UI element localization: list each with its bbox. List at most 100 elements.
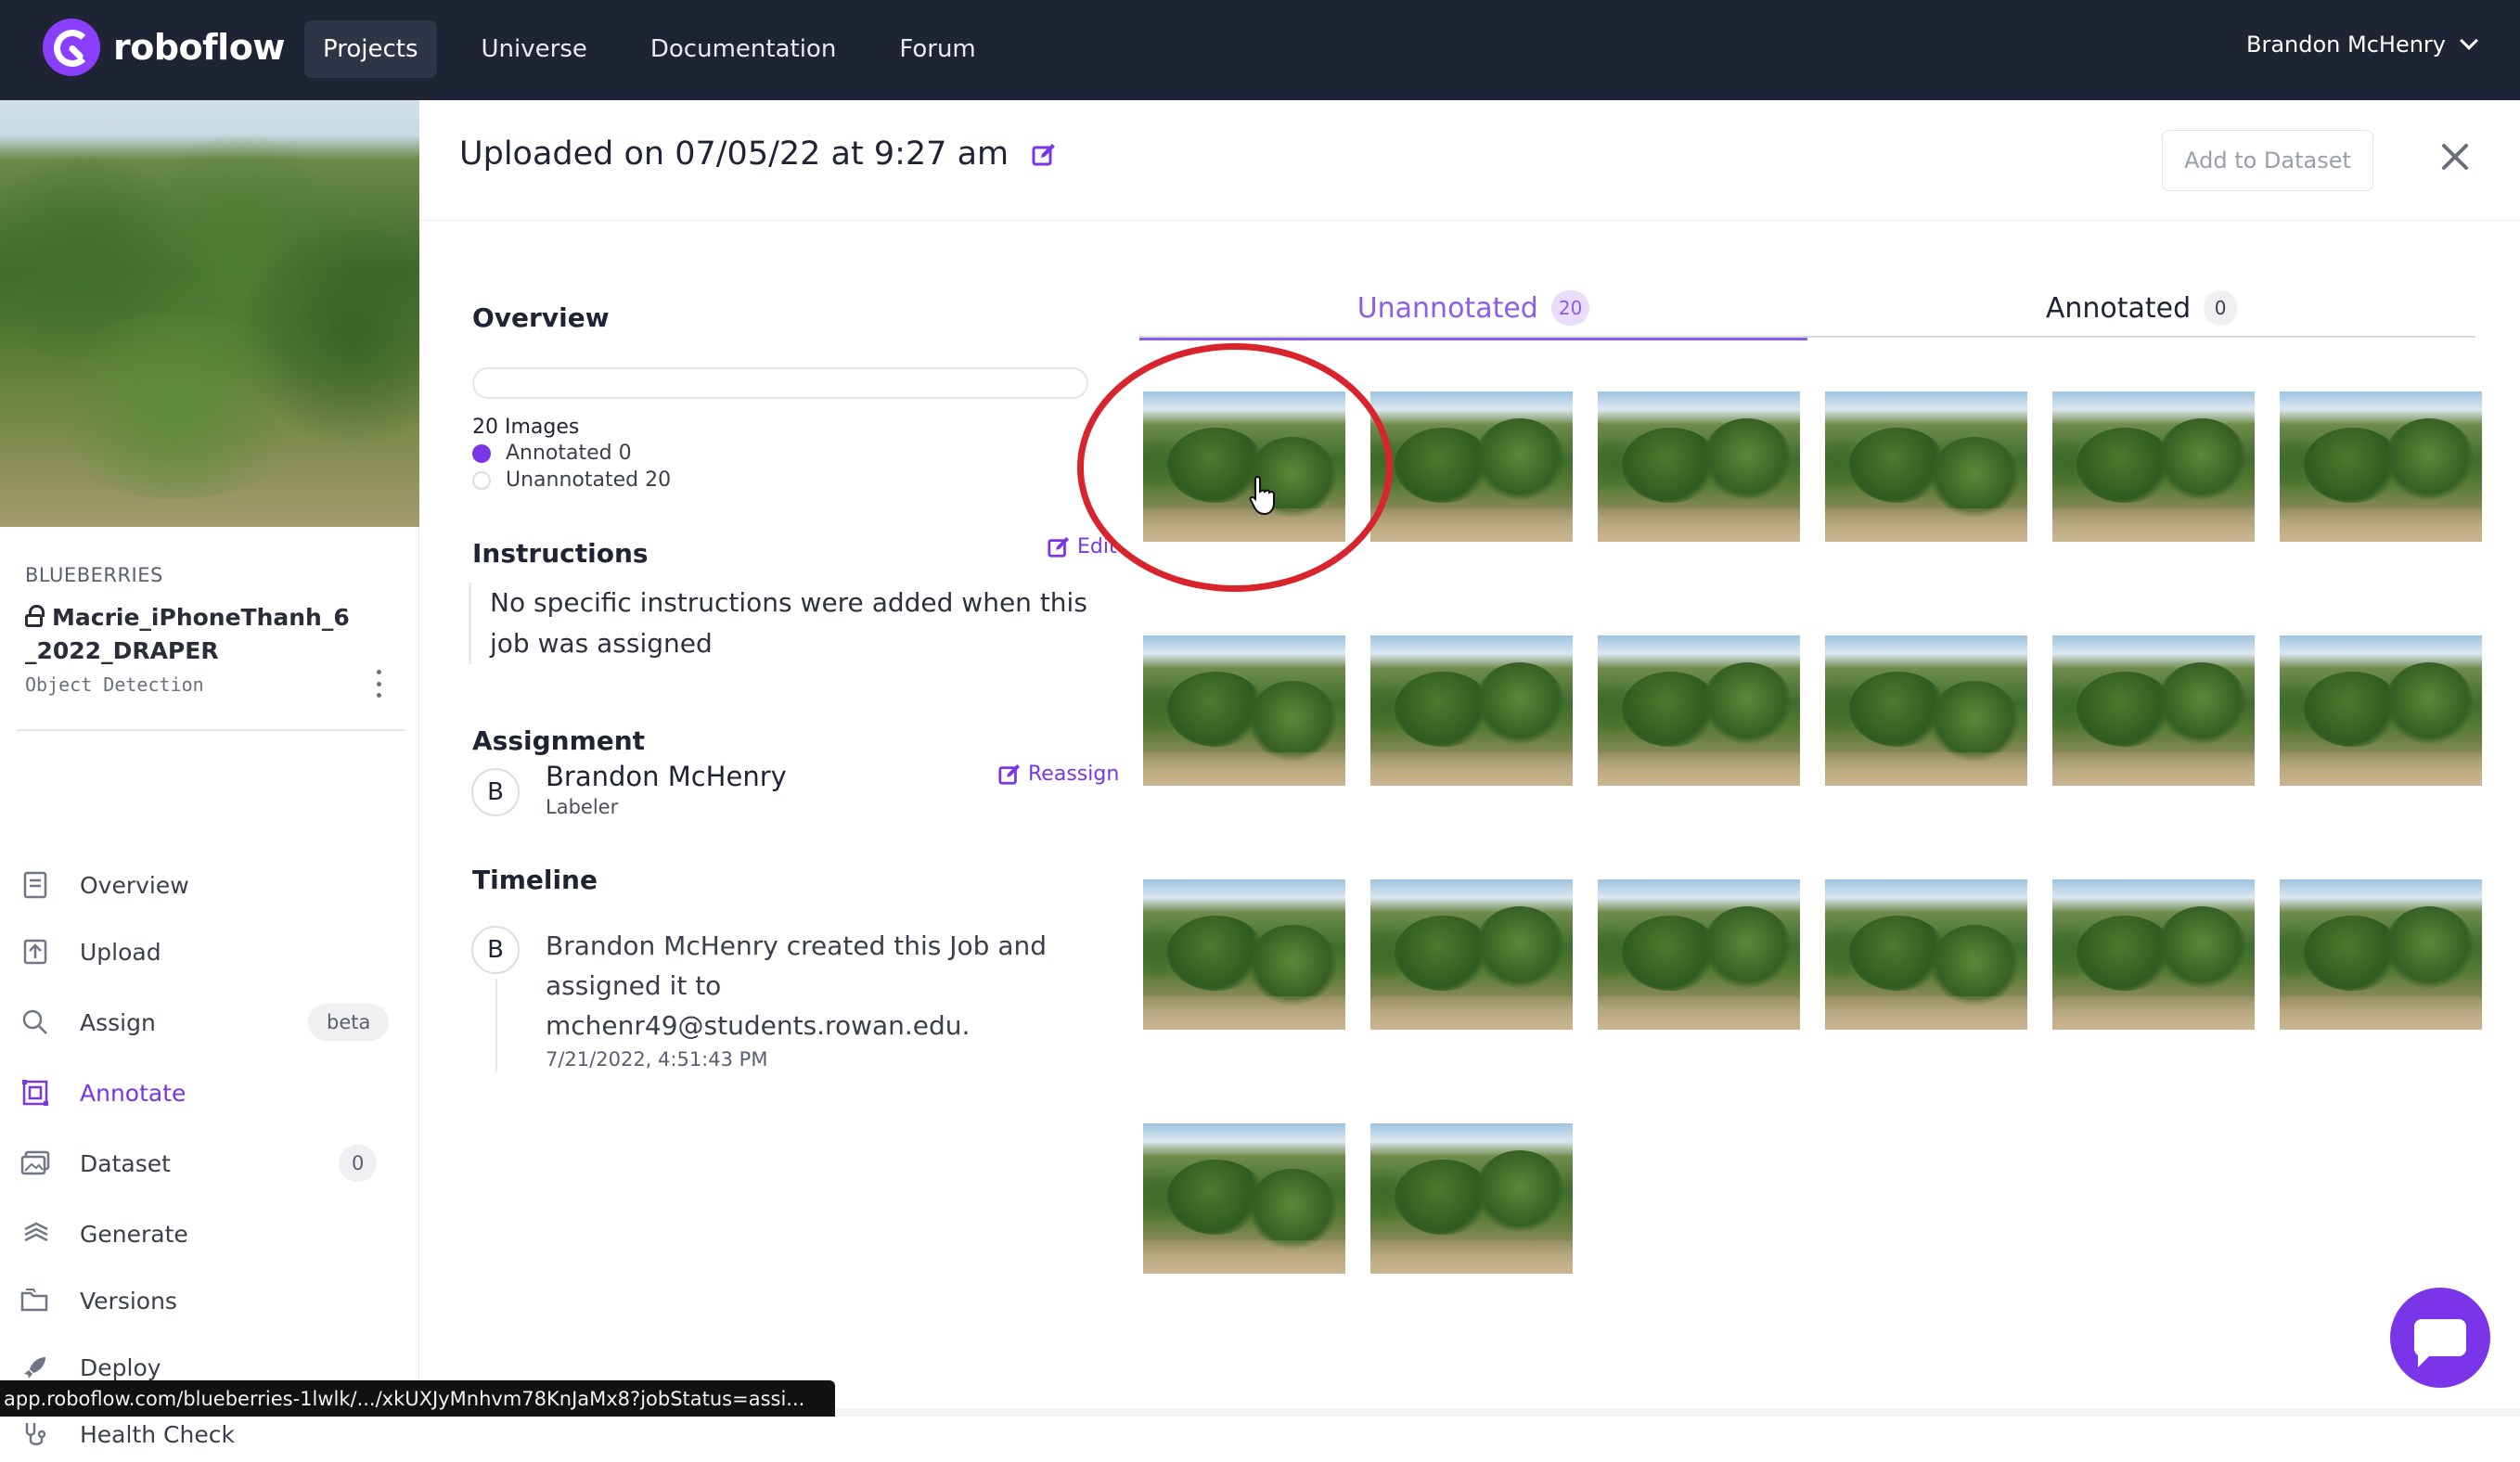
sidebar-item-label: Deploy bbox=[80, 1353, 161, 1381]
image-thumbnail[interactable] bbox=[1370, 635, 1573, 786]
image-thumbnail[interactable] bbox=[2280, 391, 2482, 542]
hand-cursor-icon bbox=[1249, 475, 1275, 516]
tab-count-badge: 20 bbox=[1550, 290, 1590, 326]
instructions-title: Instructions bbox=[472, 538, 649, 569]
page-title: Uploaded on 07/05/22 at 9:27 am bbox=[459, 135, 1056, 173]
sidebar-item-label: Versions bbox=[80, 1287, 177, 1315]
nav-documentation[interactable]: Documentation bbox=[632, 20, 855, 78]
annotated-count: Annotated 0 bbox=[506, 442, 632, 465]
image-thumbnail[interactable] bbox=[2052, 635, 2255, 786]
sidebar-item-label: Upload bbox=[80, 938, 161, 966]
stethoscope-icon bbox=[20, 1419, 50, 1449]
job-header: Uploaded on 07/05/22 at 9:27 am Add to D… bbox=[419, 100, 2520, 221]
search-icon bbox=[20, 1007, 50, 1037]
chevron-down-icon bbox=[2460, 32, 2478, 50]
add-to-dataset-button[interactable]: Add to Dataset bbox=[2162, 130, 2373, 191]
images-icon bbox=[20, 1148, 50, 1178]
brand-name: roboflow bbox=[113, 27, 285, 68]
image-thumbnail[interactable] bbox=[1370, 391, 1573, 542]
roboflow-logo-icon bbox=[43, 19, 100, 76]
assignee-name: Brandon McHenry bbox=[546, 761, 787, 792]
reassign-label: Reassign bbox=[1028, 763, 1120, 786]
assignee-role: Labeler bbox=[546, 796, 619, 818]
instructions-text: No specific instructions were added when… bbox=[469, 583, 1099, 664]
image-thumbnail[interactable] bbox=[1825, 635, 2027, 786]
close-icon[interactable] bbox=[2435, 139, 2477, 182]
more-options-icon[interactable] bbox=[373, 670, 384, 698]
image-thumbnail[interactable] bbox=[2280, 879, 2482, 1030]
project-type: Object Detection bbox=[25, 673, 204, 696]
image-thumbnail[interactable] bbox=[1370, 879, 1573, 1030]
nav-projects[interactable]: Projects bbox=[304, 20, 437, 78]
sidebar-item-overview[interactable]: Overview bbox=[0, 857, 419, 913]
project-category: BLUEBERRIES bbox=[25, 564, 163, 586]
upload-icon bbox=[20, 937, 50, 967]
sidebar-item-label: Generate bbox=[80, 1220, 188, 1248]
dataset-count-badge: 0 bbox=[339, 1145, 378, 1182]
timeline-entry-text: Brandon McHenry created this Job and ass… bbox=[546, 930, 1048, 1041]
image-thumbnail[interactable] bbox=[1370, 1123, 1573, 1274]
sidebar-item-assign[interactable]: Assign beta bbox=[0, 994, 419, 1050]
nav-universe[interactable]: Universe bbox=[463, 20, 606, 78]
timeline-entry-time: 7/21/2022, 4:51:43 PM bbox=[546, 1048, 768, 1071]
tab-label: Unannotated bbox=[1356, 291, 1538, 325]
edit-icon bbox=[1048, 536, 1070, 558]
tab-unannotated[interactable]: Unannotated 20 bbox=[1139, 278, 1807, 340]
timeline-title: Timeline bbox=[472, 865, 598, 895]
unannotated-legend-dot bbox=[472, 471, 491, 490]
folders-icon bbox=[20, 1286, 50, 1315]
document-icon bbox=[20, 870, 50, 900]
tab-count-badge: 0 bbox=[2204, 290, 2238, 326]
edit-title-icon[interactable] bbox=[1032, 138, 1056, 166]
image-thumbnail[interactable] bbox=[2052, 879, 2255, 1030]
avatar: B bbox=[471, 768, 520, 816]
project-name[interactable]: Macrie_iPhoneThanh_6_2022_DRAPER bbox=[25, 601, 359, 668]
image-thumbnail[interactable] bbox=[1598, 635, 1800, 786]
sidebar-item-label: Assign bbox=[80, 1008, 156, 1036]
chat-icon bbox=[2414, 1319, 2466, 1367]
link-preview-url: app.roboflow.com/blueberries-1lwlk/.../x… bbox=[0, 1380, 835, 1417]
sidebar-item-versions[interactable]: Versions bbox=[0, 1273, 419, 1328]
sidebar-item-label: Annotate bbox=[80, 1079, 186, 1107]
image-thumbnail[interactable] bbox=[2280, 635, 2482, 786]
annotate-icon bbox=[20, 1078, 50, 1108]
image-thumbnail[interactable] bbox=[2052, 391, 2255, 542]
image-thumbnail[interactable] bbox=[1598, 879, 1800, 1030]
image-thumbnail[interactable] bbox=[1825, 391, 2027, 542]
avatar: B bbox=[471, 926, 520, 974]
lock-icon bbox=[25, 605, 45, 627]
nav-forum[interactable]: Forum bbox=[881, 20, 994, 78]
images-count: 20 Images bbox=[472, 416, 580, 439]
sidebar-item-label: Dataset bbox=[80, 1149, 171, 1177]
top-navbar: roboflow Projects Universe Documentation… bbox=[0, 0, 2520, 100]
image-thumbnail[interactable] bbox=[1143, 879, 1345, 1030]
annotated-legend-dot bbox=[472, 444, 491, 463]
sidebar-item-annotate[interactable]: Annotate bbox=[0, 1065, 419, 1121]
sidebar-item-label: Overview bbox=[80, 871, 189, 899]
image-thumbnail[interactable] bbox=[1825, 879, 2027, 1030]
reassign-link[interactable]: Reassign bbox=[998, 763, 1119, 786]
image-thumbnail[interactable] bbox=[1143, 1123, 1345, 1274]
project-cover-image bbox=[0, 100, 419, 527]
sidebar-item-dataset[interactable]: Dataset 0 bbox=[0, 1135, 419, 1191]
tab-label: Annotated bbox=[2045, 291, 2192, 325]
image-thumbnail[interactable] bbox=[1598, 391, 1800, 542]
annotation-progress-bar bbox=[472, 367, 1088, 399]
roboflow-logo[interactable]: roboflow bbox=[43, 19, 285, 76]
page-title-text: Uploaded on 07/05/22 at 9:27 am bbox=[459, 135, 1009, 173]
sidebar-divider bbox=[17, 729, 405, 731]
edit-icon bbox=[998, 763, 1021, 785]
sidebar-item-label: Health Check bbox=[80, 1420, 235, 1448]
sidebar-item-generate[interactable]: Generate bbox=[0, 1206, 419, 1262]
tab-annotated[interactable]: Annotated 0 bbox=[1807, 278, 2475, 338]
beta-badge: beta bbox=[308, 1004, 390, 1041]
sidebar-item-upload[interactable]: Upload bbox=[0, 924, 419, 980]
user-name: Brandon McHenry bbox=[2245, 32, 2446, 58]
image-tabs: Unannotated 20 Annotated 0 bbox=[1139, 278, 2475, 340]
image-thumbnail[interactable] bbox=[1143, 635, 1345, 786]
unannotated-count: Unannotated 20 bbox=[506, 468, 672, 492]
chat-button[interactable] bbox=[2390, 1288, 2490, 1388]
assignment-title: Assignment bbox=[472, 725, 646, 756]
user-menu[interactable]: Brandon McHenry bbox=[2245, 32, 2478, 58]
generate-icon bbox=[20, 1219, 50, 1249]
